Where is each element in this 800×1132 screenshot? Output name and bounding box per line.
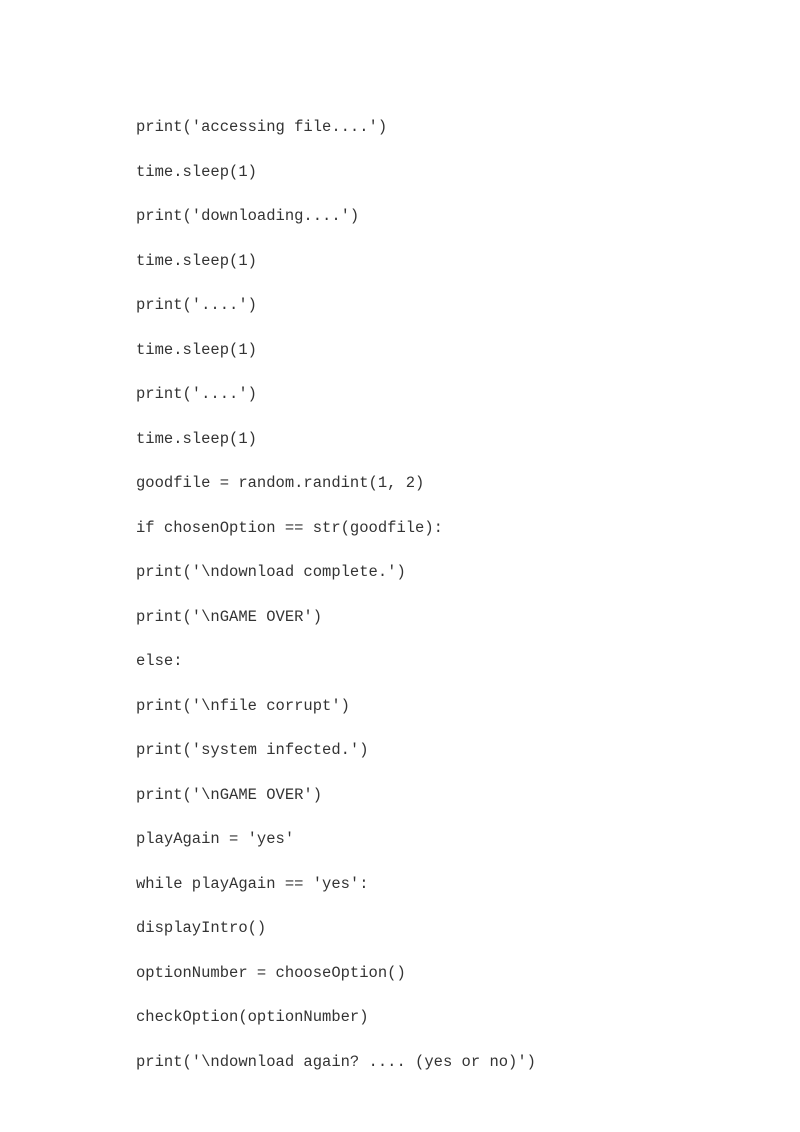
code-line: print('\ndownload complete.') <box>136 565 800 581</box>
code-line: print('....') <box>136 387 800 403</box>
code-line: time.sleep(1) <box>136 432 800 448</box>
code-line: checkOption(optionNumber) <box>136 1010 800 1026</box>
code-line: playAgain = 'yes' <box>136 832 800 848</box>
code-line: print('....') <box>136 298 800 314</box>
code-line: print('\nGAME OVER') <box>136 610 800 626</box>
code-line: print('accessing file....') <box>136 120 800 136</box>
code-line: print('\ndownload again? .... (yes or no… <box>136 1055 800 1071</box>
code-line: print('\nGAME OVER') <box>136 788 800 804</box>
code-line: else: <box>136 654 800 670</box>
document-page: print('accessing file....') time.sleep(1… <box>0 0 800 1132</box>
code-line: goodfile = random.randint(1, 2) <box>136 476 800 492</box>
code-line: optionNumber = chooseOption() <box>136 966 800 982</box>
code-line: if chosenOption == str(goodfile): <box>136 521 800 537</box>
code-line: print('\nfile corrupt') <box>136 699 800 715</box>
code-line: time.sleep(1) <box>136 254 800 270</box>
code-line: time.sleep(1) <box>136 165 800 181</box>
code-line: while playAgain == 'yes': <box>136 877 800 893</box>
code-line: print('system infected.') <box>136 743 800 759</box>
code-block: print('accessing file....') time.sleep(1… <box>136 120 800 1070</box>
code-line: time.sleep(1) <box>136 343 800 359</box>
code-line: print('downloading....') <box>136 209 800 225</box>
code-line: displayIntro() <box>136 921 800 937</box>
